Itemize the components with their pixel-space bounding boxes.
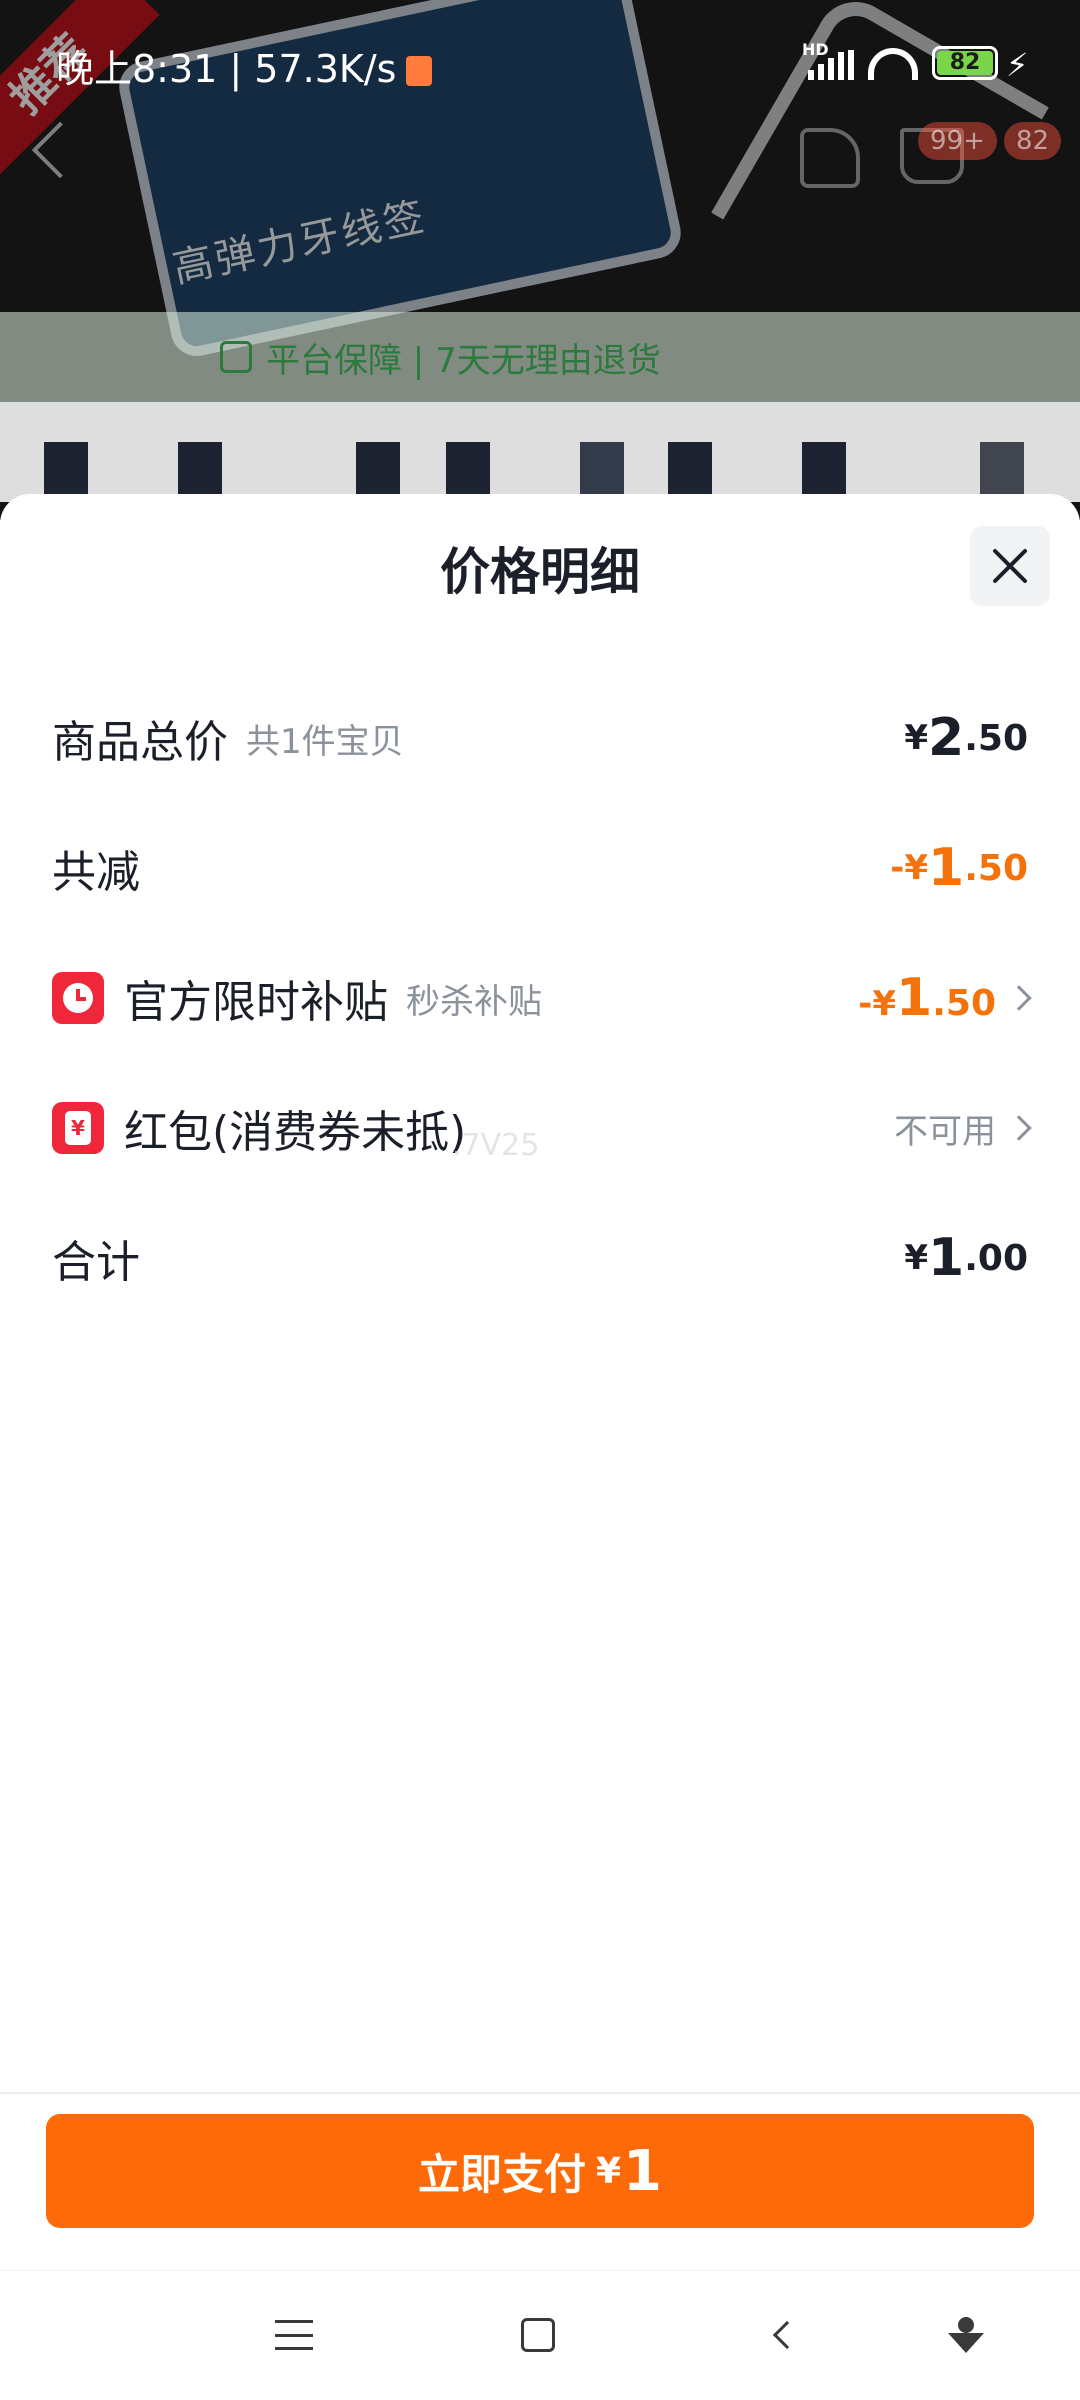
red-envelope-icon: ¥ <box>52 1102 104 1154</box>
row-total-discount: 共减 - ¥1.50 <box>52 828 1028 908</box>
chevron-right-icon <box>1006 985 1032 1011</box>
home-icon <box>521 2318 555 2352</box>
charging-icon: ⚡ <box>1006 46 1029 84</box>
goods-total-price: ¥2.50 <box>904 708 1028 768</box>
system-nav-bar <box>0 2270 1080 2400</box>
battery-level: 82 <box>937 51 993 75</box>
price-detail-sheet: 价格明细 商品总价 共1件宝贝 ¥2.50 共减 - ¥1.50 官方限时补贴 秒… <box>0 494 1080 2270</box>
official-subsidy-label: 官方限时补贴 <box>124 977 388 1028</box>
grand-total-price: ¥1.00 <box>904 1228 1028 1288</box>
row-official-subsidy[interactable]: 官方限时补贴 秒杀补贴 -¥1.50 <box>52 958 1032 1038</box>
official-subsidy-value: -¥1.50 <box>858 968 1032 1028</box>
back-icon <box>772 2320 802 2350</box>
pay-bar: 立即支付 ¥ 1 <box>0 2092 1080 2268</box>
close-button[interactable] <box>970 526 1050 606</box>
chevron-right-icon <box>1006 1115 1032 1141</box>
nav-assistant-button[interactable] <box>936 2305 996 2365</box>
goods-total-label: 商品总价 <box>52 717 228 768</box>
pay-amount: 1 <box>623 2138 663 2204</box>
pay-now-button[interactable]: 立即支付 ¥ 1 <box>46 2114 1034 2228</box>
row-goods-total: 商品总价 共1件宝贝 ¥2.50 <box>52 698 1028 778</box>
wifi-icon <box>868 48 918 80</box>
close-icon <box>993 549 1027 583</box>
row-hongbao[interactable]: ¥ 红包(消费券未抵) 不可用 <box>52 1088 1032 1168</box>
pay-now-label: 立即支付 <box>417 2149 586 2199</box>
pay-currency: ¥ <box>595 2150 622 2192</box>
assistant-icon <box>948 2317 984 2353</box>
watermark-text: .7V25 <box>452 1128 540 1163</box>
goods-count: 共1件宝贝 <box>246 721 404 762</box>
status-time-text: 晚上8:31 | 57.3K/s <box>56 47 397 91</box>
hongbao-status: 不可用 <box>894 1111 996 1152</box>
nav-back-button[interactable] <box>752 2305 812 2365</box>
menu-icon <box>275 2320 313 2350</box>
sheet-title: 价格明细 <box>440 543 640 601</box>
cart-badge: 99+ <box>918 122 997 160</box>
clock-icon <box>52 972 104 1024</box>
status-bar: 晚上8:31 | 57.3K/s HD 82 ⚡ <box>0 0 1080 120</box>
guarantee-banner: 平台保障 | 7天无理由退货 <box>0 312 1080 402</box>
status-time: 晚上8:31 | 57.3K/s <box>56 38 433 93</box>
total-discount-price: - ¥1.50 <box>890 838 1028 898</box>
nav-menu-button[interactable] <box>264 2305 324 2365</box>
row-grand-total: 合计 ¥1.00 <box>52 1218 1028 1298</box>
shield-check-icon <box>220 341 252 373</box>
hongbao-label: 红包(消费券未抵) <box>124 1107 467 1158</box>
battery-icon: 82 <box>932 46 998 80</box>
nav-home-button[interactable] <box>508 2305 568 2365</box>
grand-total-label: 合计 <box>52 1237 140 1288</box>
guarantee-text: 平台保障 | 7天无理由退货 <box>266 340 661 381</box>
background-thumbnails <box>0 402 1080 502</box>
hongbao-value: 不可用 <box>894 1104 1032 1153</box>
message-badge: 82 <box>1004 122 1062 160</box>
flash-sale-subsidy-label: 秒杀补贴 <box>406 981 542 1022</box>
screen-record-icon <box>406 56 433 86</box>
total-discount-label: 共减 <box>52 847 140 898</box>
signal-icon <box>808 50 858 80</box>
share-icon[interactable] <box>800 128 860 188</box>
